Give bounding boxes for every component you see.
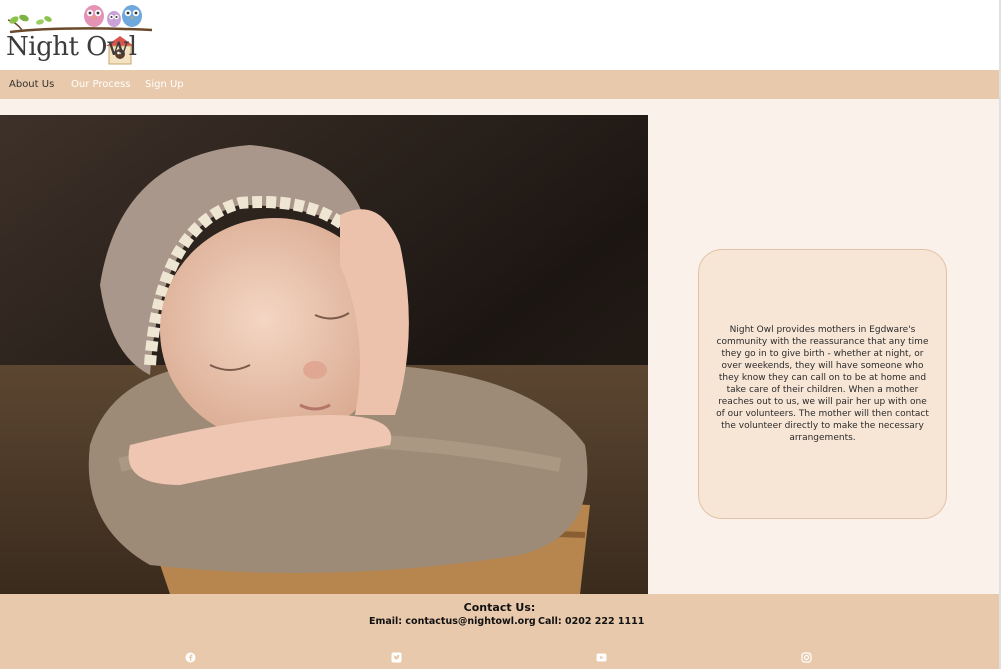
night-owl-logo[interactable]: Night Owl — [2, 2, 157, 68]
youtube-icon[interactable] — [596, 648, 607, 662]
about-section: Night Owl provides mothers in Egdware's … — [0, 99, 999, 594]
twitter-icon[interactable] — [391, 648, 402, 663]
logo-text: Night Owl — [6, 32, 137, 62]
site-header: Night Owl — [0, 0, 1001, 70]
site-footer: Contact Us: Email: contactus@nightowl.or… — [0, 594, 999, 669]
about-text: Night Owl provides mothers in Egdware's … — [716, 325, 929, 443]
sleeping-baby-photo — [0, 115, 648, 594]
contact-email[interactable]: Email: contactus@nightowl.org — [369, 616, 536, 627]
about-card: Night Owl provides mothers in Egdware's … — [698, 249, 947, 519]
main-nav: About Us Our Process Sign Up — [0, 70, 999, 99]
contact-phone[interactable]: Call: 0202 222 1111 — [538, 616, 644, 627]
nav-item-our-process[interactable]: Our Process — [71, 78, 130, 91]
nav-item-sign-up[interactable]: Sign Up — [145, 78, 184, 91]
contact-title: Contact Us: — [463, 601, 536, 614]
instagram-icon[interactable] — [801, 648, 812, 663]
facebook-icon[interactable] — [185, 648, 196, 663]
nav-item-about-us[interactable]: About Us — [9, 78, 54, 91]
baby-illustration — [0, 115, 648, 594]
